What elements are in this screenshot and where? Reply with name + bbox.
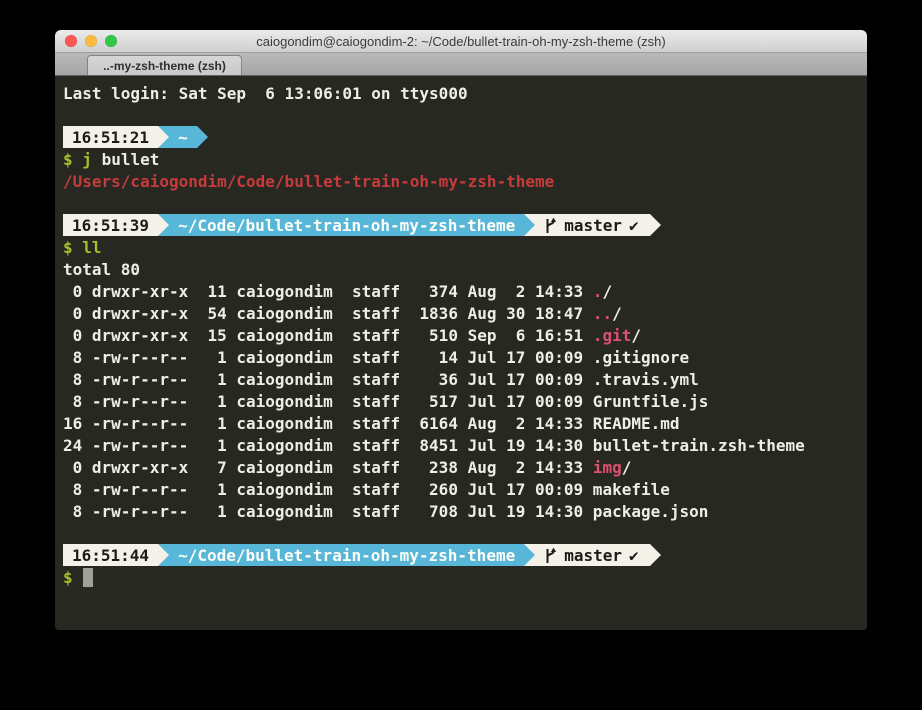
terminal-text: 8 -rw-r--r-- 1 caiogondim staff 14 Jul 1… xyxy=(63,348,689,367)
terminal-text: 8 -rw-r--r-- 1 caiogondim staff 260 Jul … xyxy=(63,480,670,499)
terminal-line: 8 -rw-r--r-- 1 caiogondim staff 708 Jul … xyxy=(63,500,863,522)
terminal-cursor xyxy=(83,568,93,587)
git-branch-name: master xyxy=(564,546,622,565)
tab-active[interactable]: ..-my-zsh-theme (zsh) xyxy=(87,55,242,75)
terminal-line: 0 drwxr-xr-x 7 caiogondim staff 238 Aug … xyxy=(63,456,863,478)
terminal-line: $ ll xyxy=(63,236,863,258)
terminal-line xyxy=(63,522,863,544)
terminal-line: Last login: Sat Sep 6 13:06:01 on ttys00… xyxy=(63,82,863,104)
terminal-text: 0 drwxr-xr-x 11 caiogondim staff 374 Aug… xyxy=(63,282,593,301)
terminal-text: $ xyxy=(63,150,73,169)
terminal-line: $ xyxy=(63,566,863,588)
terminal-line: 24 -rw-r--r-- 1 caiogondim staff 8451 Ju… xyxy=(63,434,863,456)
minimize-button[interactable] xyxy=(85,35,97,47)
terminal-text xyxy=(92,150,102,169)
terminal-text: 8 -rw-r--r-- 1 caiogondim staff 517 Jul … xyxy=(63,392,708,411)
prompt-dir-segment: ~/Code/bullet-train-oh-my-zsh-theme xyxy=(169,544,524,566)
prompt-dir-segment: ~ xyxy=(169,126,197,148)
terminal-text: 8 -rw-r--r-- 1 caiogondim staff 36 Jul 1… xyxy=(63,370,699,389)
git-branch-name: master xyxy=(564,216,622,235)
powerline-arrow xyxy=(158,126,169,148)
terminal-line: 16:51:21 ~ xyxy=(63,126,863,148)
close-button[interactable] xyxy=(65,35,77,47)
powerline-arrow xyxy=(524,544,535,566)
powerline-arrow xyxy=(197,126,208,148)
terminal-line: 16:51:39 ~/Code/bullet-train-oh-my-zsh-th… xyxy=(63,214,863,236)
terminal-text: 8 -rw-r--r-- 1 caiogondim staff 708 Jul … xyxy=(63,502,708,521)
prompt-git-segment: master ✔ xyxy=(535,214,649,236)
terminal-text: .git xyxy=(593,326,632,345)
git-branch-icon xyxy=(544,217,557,234)
prompt-dir-segment: ~/Code/bullet-train-oh-my-zsh-theme xyxy=(169,214,524,236)
prompt-bar: 16:51:44 ~/Code/bullet-train-oh-my-zsh-th… xyxy=(63,544,661,566)
title-bar[interactable]: caiogondim@caiogondim-2: ~/Code/bullet-t… xyxy=(55,30,867,53)
terminal-text: / xyxy=(602,282,612,301)
zoom-button[interactable] xyxy=(105,35,117,47)
tab-bar: ..-my-zsh-theme (zsh) xyxy=(55,53,867,76)
git-status-clean-icon: ✔ xyxy=(629,546,639,565)
terminal-text: img xyxy=(593,458,622,477)
traffic-lights xyxy=(65,30,117,52)
terminal-line: 8 -rw-r--r-- 1 caiogondim staff 260 Jul … xyxy=(63,478,863,500)
terminal-text: $ xyxy=(63,238,73,257)
terminal-text: 0 drwxr-xr-x 7 caiogondim staff 238 Aug … xyxy=(63,458,593,477)
prompt-time-segment: 16:51:44 xyxy=(63,544,158,566)
terminal-window: caiogondim@caiogondim-2: ~/Code/bullet-t… xyxy=(55,30,867,630)
prompt-bar: 16:51:39 ~/Code/bullet-train-oh-my-zsh-th… xyxy=(63,214,661,236)
terminal-text: $ xyxy=(63,568,73,587)
tab-label: ..-my-zsh-theme (zsh) xyxy=(103,59,226,73)
terminal-text: ll xyxy=(82,238,101,257)
prompt-time-segment: 16:51:21 xyxy=(63,126,158,148)
terminal-text: 0 drwxr-xr-x 54 caiogondim staff 1836 Au… xyxy=(63,304,593,323)
terminal-text: Last login: Sat Sep 6 13:06:01 on ttys00… xyxy=(63,84,468,103)
prompt-bar: 16:51:21 ~ xyxy=(63,126,208,148)
powerline-arrow xyxy=(524,214,535,236)
terminal-text: / xyxy=(631,326,641,345)
powerline-arrow xyxy=(158,544,169,566)
terminal-text: j xyxy=(82,150,92,169)
powerline-arrow xyxy=(158,214,169,236)
terminal-line: $ j bullet xyxy=(63,148,863,170)
terminal-text: . xyxy=(593,282,603,301)
terminal-text xyxy=(73,150,83,169)
terminal-line: 16 -rw-r--r-- 1 caiogondim staff 6164 Au… xyxy=(63,412,863,434)
terminal-text: / xyxy=(622,458,632,477)
prompt-time-segment: 16:51:39 xyxy=(63,214,158,236)
terminal-line: total 80 xyxy=(63,258,863,280)
terminal-text: bullet xyxy=(102,150,160,169)
terminal-text: 24 -rw-r--r-- 1 caiogondim staff 8451 Ju… xyxy=(63,436,805,455)
terminal-line: 8 -rw-r--r-- 1 caiogondim staff 517 Jul … xyxy=(63,390,863,412)
terminal-line: 0 drwxr-xr-x 15 caiogondim staff 510 Sep… xyxy=(63,324,863,346)
terminal-line: 0 drwxr-xr-x 54 caiogondim staff 1836 Au… xyxy=(63,302,863,324)
terminal-text: 0 drwxr-xr-x 15 caiogondim staff 510 Sep… xyxy=(63,326,593,345)
terminal-text: total 80 xyxy=(63,260,140,279)
terminal-text xyxy=(73,238,83,257)
terminal-text: .. xyxy=(593,304,612,323)
terminal-line xyxy=(63,192,863,214)
terminal-line xyxy=(63,104,863,126)
terminal-line: /Users/caiogondim/Code/bullet-train-oh-m… xyxy=(63,170,863,192)
terminal-line: 0 drwxr-xr-x 11 caiogondim staff 374 Aug… xyxy=(63,280,863,302)
powerline-arrow xyxy=(650,544,661,566)
terminal-text: /Users/caiogondim/Code/bullet-train-oh-m… xyxy=(63,172,554,191)
terminal-text xyxy=(73,568,83,587)
window-title: caiogondim@caiogondim-2: ~/Code/bullet-t… xyxy=(256,34,666,49)
powerline-arrow xyxy=(650,214,661,236)
terminal-text: 16 -rw-r--r-- 1 caiogondim staff 6164 Au… xyxy=(63,414,680,433)
terminal-text: / xyxy=(612,304,622,323)
terminal-line: 16:51:44 ~/Code/bullet-train-oh-my-zsh-th… xyxy=(63,544,863,566)
terminal-line: 8 -rw-r--r-- 1 caiogondim staff 14 Jul 1… xyxy=(63,346,863,368)
terminal-screen[interactable]: Last login: Sat Sep 6 13:06:01 on ttys00… xyxy=(55,76,867,630)
prompt-git-segment: master ✔ xyxy=(535,544,649,566)
git-branch-icon xyxy=(544,547,557,564)
terminal-line: 8 -rw-r--r-- 1 caiogondim staff 36 Jul 1… xyxy=(63,368,863,390)
git-status-clean-icon: ✔ xyxy=(629,216,639,235)
